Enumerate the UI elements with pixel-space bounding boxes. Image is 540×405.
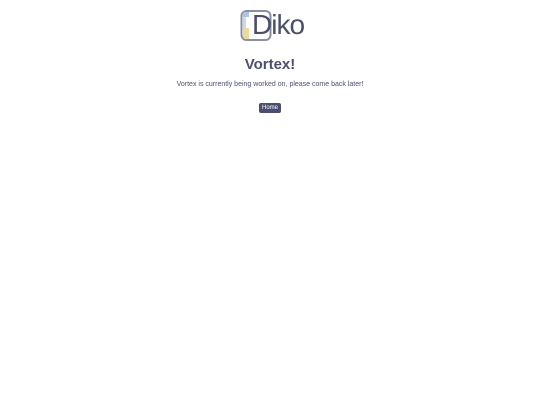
logo-text: Diko (252, 9, 305, 40)
diko-logo: Diko (240, 8, 305, 42)
home-button[interactable]: Home (258, 103, 281, 113)
home-button-wrap: Home (0, 96, 540, 114)
page-title: Vortex! (244, 56, 296, 73)
status-message: Vortex is currently being worked on, ple… (176, 81, 364, 88)
page: Diko Vortex! Vortex is currently being w… (0, 0, 540, 405)
